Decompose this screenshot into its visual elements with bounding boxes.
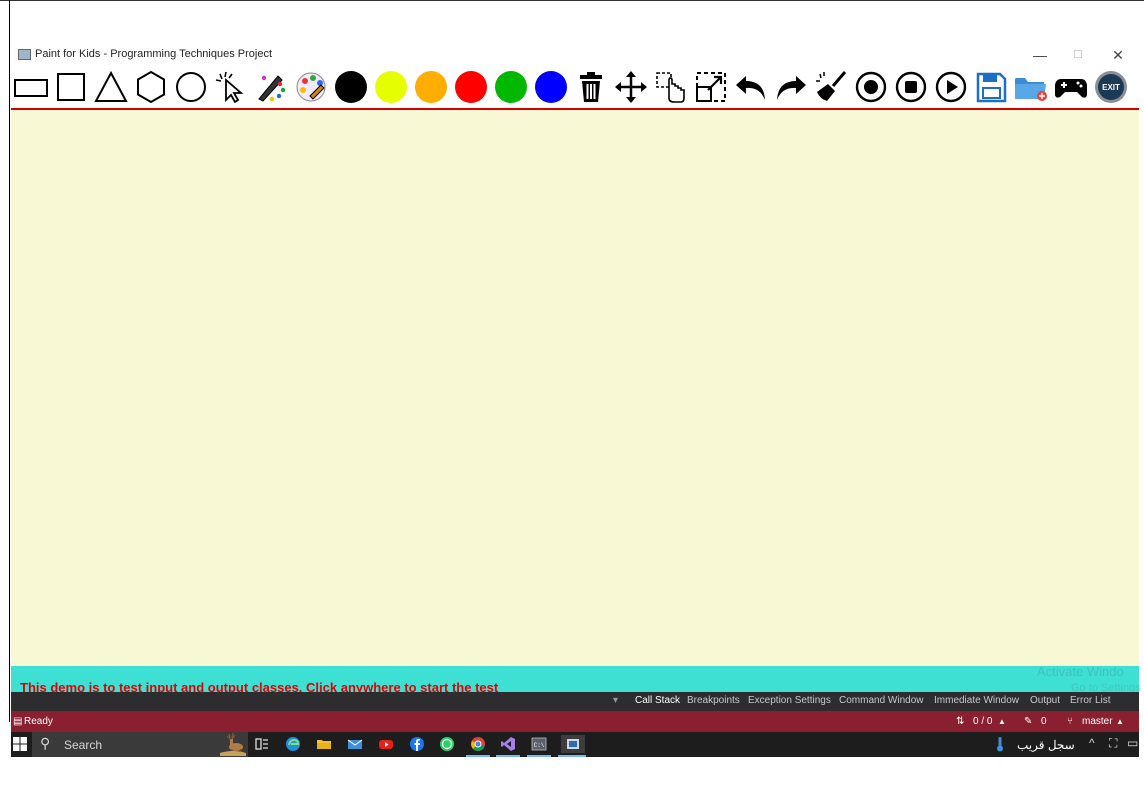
tab-dropdown-icon[interactable]: ▾ (613, 695, 618, 706)
tab-call-stack[interactable]: Call Stack (635, 695, 680, 706)
tab-exception-settings[interactable]: Exception Settings (748, 695, 831, 706)
left-border (9, 0, 10, 722)
resize-icon[interactable] (693, 69, 729, 105)
tray-chevron-icon[interactable]: ^ (1089, 736, 1095, 750)
ready-icon: ▤ (13, 716, 23, 727)
task-view-icon[interactable] (253, 735, 271, 753)
ready-label: Ready (24, 716, 53, 727)
maximize-button[interactable]: ☐ (1059, 44, 1097, 66)
window-title: Paint for Kids - Programming Techniques … (35, 48, 273, 60)
undo-icon[interactable] (733, 69, 769, 105)
windows-start-icon[interactable] (11, 735, 29, 753)
changes-icon[interactable]: ⇅ (956, 716, 964, 727)
color-blue[interactable] (533, 69, 569, 105)
drawing-canvas[interactable] (11, 110, 1139, 666)
tab-immediate-window[interactable]: Immediate Window (934, 695, 1019, 706)
mail-icon[interactable] (346, 735, 364, 753)
console-app-icon[interactable]: C:\ (530, 735, 548, 753)
edge-browser-icon[interactable] (284, 735, 302, 753)
delete-icon[interactable] (573, 69, 609, 105)
load-icon[interactable] (1013, 69, 1049, 105)
changes-count[interactable]: 0 / 0 (973, 716, 992, 727)
edits-count[interactable]: 0 (1041, 716, 1047, 727)
color-black-swatch (335, 71, 367, 103)
facebook-icon[interactable] (408, 735, 426, 753)
save-icon[interactable] (973, 69, 1009, 105)
exit-icon[interactable]: EXIT (1093, 69, 1129, 105)
network-icon[interactable]: ▭ (1127, 736, 1138, 750)
draw-color-icon[interactable] (253, 69, 289, 105)
stop-recording-icon[interactable] (893, 69, 929, 105)
vs-active-indicator (496, 755, 520, 757)
branch-name[interactable]: master (1082, 716, 1113, 727)
taskbar-search[interactable]: ⚲ Search (32, 732, 248, 757)
activation-watermark: Activate Windo (1037, 664, 1124, 679)
weather-text[interactable]: سجل قريب (1017, 738, 1075, 752)
whatsapp-icon[interactable] (438, 735, 456, 753)
close-button[interactable]: ✕ (1099, 44, 1137, 66)
visual-studio-icon[interactable] (499, 735, 517, 753)
play-recording-icon[interactable] (933, 69, 969, 105)
branch-icon[interactable]: ⑂ (1067, 716, 1073, 727)
hexagon-tool-icon[interactable] (133, 69, 169, 105)
app-icon (18, 49, 31, 60)
tab-output[interactable]: Output (1030, 695, 1060, 706)
console-active-indicator (527, 755, 551, 757)
redo-icon[interactable] (773, 69, 809, 105)
chrome-active-indicator (466, 755, 490, 757)
color-orange[interactable] (413, 69, 449, 105)
title-bar: Paint for Kids - Programming Techniques … (11, 44, 1139, 66)
drag-move-icon[interactable] (653, 69, 689, 105)
triangle-tool-icon[interactable] (93, 69, 129, 105)
tab-error-list[interactable]: Error List (1070, 695, 1111, 706)
play-mode-icon[interactable] (1053, 69, 1089, 105)
minimize-button[interactable]: — (1021, 44, 1059, 66)
top-border (0, 0, 1144, 1)
branch-caret-icon[interactable]: ▲ (1116, 717, 1124, 726)
youtube-icon[interactable] (377, 735, 395, 753)
move-icon[interactable] (613, 69, 649, 105)
chrome-icon[interactable] (469, 735, 487, 753)
color-yellow[interactable] (373, 69, 409, 105)
paint-app-taskbar-icon[interactable] (561, 735, 585, 753)
search-placeholder: Search (64, 738, 103, 752)
search-icon: ⚲ (40, 735, 51, 751)
svg-text:C:\: C:\ (534, 742, 545, 749)
vs-tool-tabs: ▾ Call Stack Breakpoints Exception Setti… (11, 692, 1139, 711)
rectangle-tool-icon[interactable] (13, 69, 49, 105)
tab-command-window[interactable]: Command Window (839, 695, 923, 706)
tray-app-icon[interactable]: ⛶ (1109, 736, 1117, 751)
pencil-icon[interactable]: ✎ (1024, 716, 1032, 727)
toolbar: EXIT (11, 66, 1139, 108)
deer-icon (220, 731, 246, 757)
color-red[interactable] (453, 69, 489, 105)
paint-window: Paint for Kids - Programming Techniques … (11, 44, 1139, 666)
start-recording-icon[interactable] (853, 69, 889, 105)
clear-all-icon[interactable] (813, 69, 849, 105)
square-tool-icon[interactable] (53, 69, 89, 105)
fill-color-icon[interactable] (293, 69, 329, 105)
changes-caret-icon[interactable]: ▲ (998, 717, 1006, 726)
tab-breakpoints[interactable]: Breakpoints (687, 695, 740, 706)
color-black[interactable] (333, 69, 369, 105)
exit-label: EXIT (1102, 83, 1120, 92)
paint-active-indicator (558, 755, 586, 757)
color-green[interactable] (493, 69, 529, 105)
file-explorer-icon[interactable] (315, 735, 333, 753)
thermometer-icon[interactable] (991, 735, 1009, 753)
status-bar: This demo is to test input and output cl… (11, 664, 1144, 695)
vs-status-bar: ▤ Ready ⇅ 0 / 0 ▲ ✎ 0 ⑂ master ▲ (11, 711, 1139, 732)
circle-tool-icon[interactable] (173, 69, 209, 105)
taskbar: ⚲ Search C:\ سجل قريب ^ ⛶ ▭ (11, 732, 1139, 757)
select-tool-icon[interactable] (213, 69, 249, 105)
